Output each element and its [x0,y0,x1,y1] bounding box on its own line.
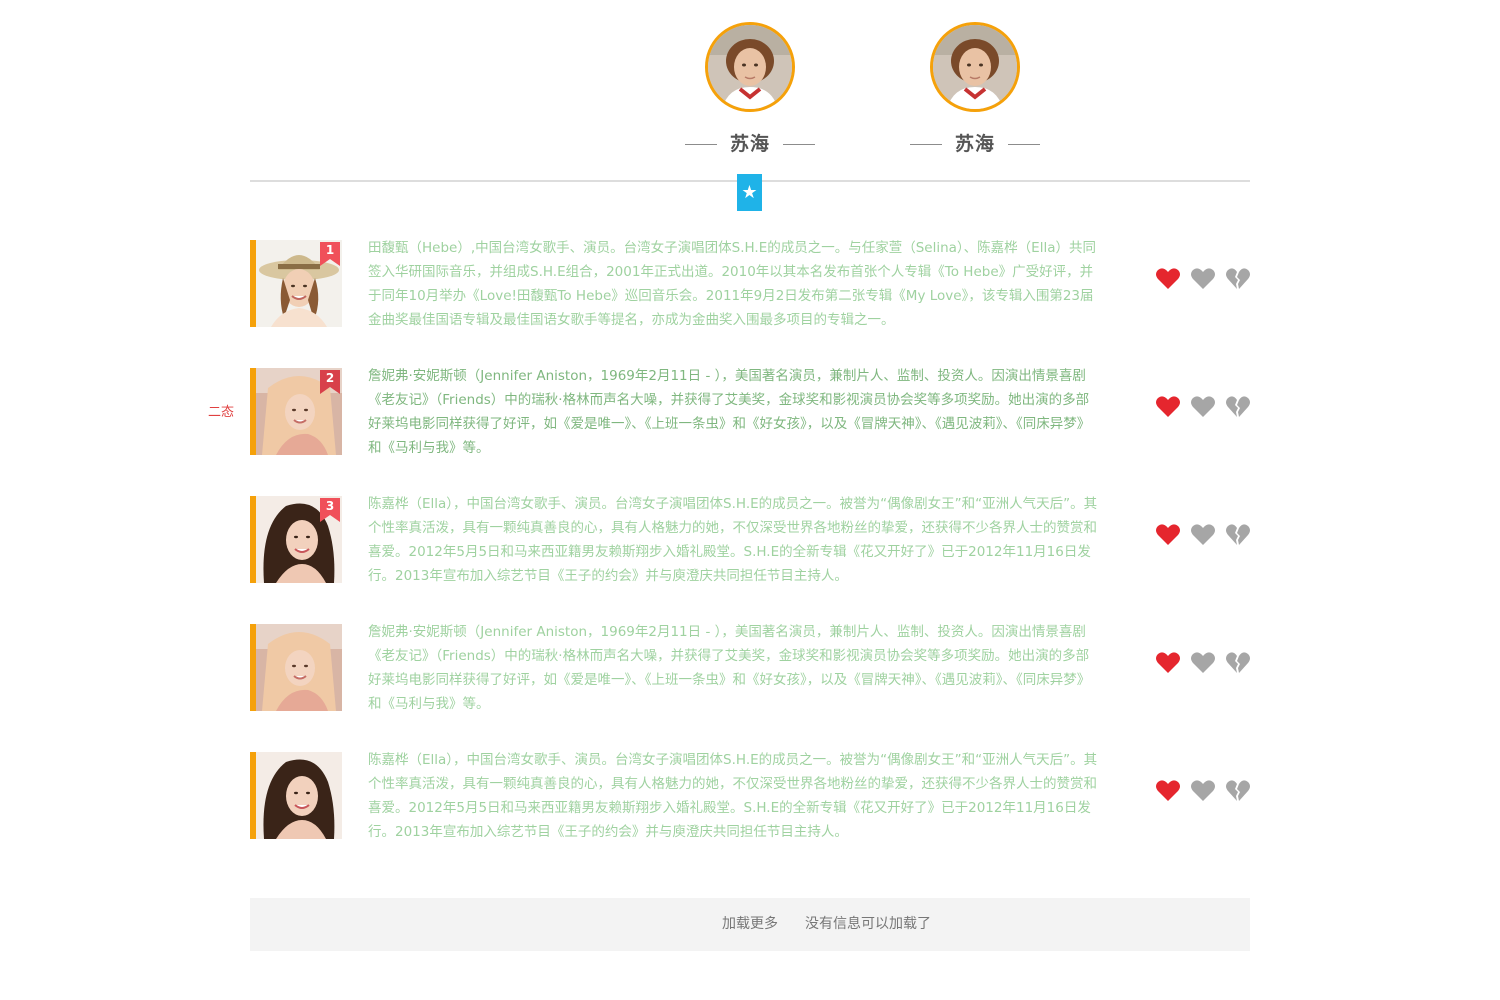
rank-number: 3 [325,499,335,513]
broken-heart-icon[interactable] [1225,650,1251,676]
decorative-line [783,144,815,145]
star-list: 1 田馥甄（Hebe）,中国台湾女歌手、演员。台湾女子演唱团体S.H.E的成员之… [208,240,1250,880]
gray-heart-icon[interactable] [1190,650,1216,676]
avatar[interactable] [705,22,795,112]
rank-number: 2 [325,371,335,385]
broken-heart-icon[interactable] [1225,778,1251,804]
star-icon: ★ [741,182,758,203]
item-description: 詹妮弗·安妮斯顿（Jennifer Aniston，1969年2月11日 - ）… [368,624,1091,712]
broken-heart-icon[interactable] [1225,522,1251,548]
avatar[interactable] [930,22,1020,112]
thumbnail-frame[interactable]: 1 [250,240,342,327]
profile-name[interactable]: 苏海 [717,130,783,158]
gray-heart-icon[interactable] [1190,266,1216,292]
red-heart-icon[interactable] [1155,778,1181,804]
side-label: 二态 [208,405,235,420]
red-heart-icon[interactable] [1155,266,1181,292]
decorative-line [910,144,942,145]
rank-badge: 1 [320,242,340,266]
decorative-line [1008,144,1040,145]
rating-icons [1155,522,1255,548]
list-item: 1 田馥甄（Hebe）,中国台湾女歌手、演员。台湾女子演唱团体S.H.E的成员之… [250,240,1250,328]
rank-badge: 2 [320,370,340,394]
rating-icons [1155,778,1255,804]
list-item: 詹妮弗·安妮斯顿（Jennifer Aniston，1969年2月11日 - ）… [250,624,1250,712]
rating-icons [1155,650,1255,676]
item-description: 陈嘉桦（Ella），中国台湾女歌手、演员。台湾女子演唱团体S.H.E的成员之一。… [368,496,1098,584]
list-item: 二态 2 詹妮弗·安妮斯顿（Jennifer Aniston，1969年2月11… [208,368,1250,456]
no-more-message: 没有信息可以加载了 [805,916,931,932]
load-more-button[interactable]: 加载更多 [722,898,778,951]
red-heart-icon[interactable] [1155,394,1181,420]
red-heart-icon[interactable] [1155,522,1181,548]
decorative-line [685,144,717,145]
rank-badge: 3 [320,498,340,522]
profile-strip: 苏海 苏海 [685,22,1045,162]
list-item: 陈嘉桦（Ella），中国台湾女歌手、演员。台湾女子演唱团体S.H.E的成员之一。… [250,752,1250,840]
profile-card[interactable]: 苏海 [685,22,815,162]
thumbnail-frame[interactable]: 2 [250,368,342,455]
rank-number: 1 [325,243,335,257]
gray-heart-icon[interactable] [1190,522,1216,548]
gray-heart-icon[interactable] [1190,778,1216,804]
profile-name-row: 苏海 [910,130,1040,158]
rating-icons [1155,394,1255,420]
item-description: 田馥甄（Hebe）,中国台湾女歌手、演员。台湾女子演唱团体S.H.E的成员之一。… [368,240,1096,328]
broken-heart-icon[interactable] [1225,394,1251,420]
blonde-woman-photo[interactable] [256,624,342,711]
list-item: 3 陈嘉桦（Ella），中国台湾女歌手、演员。台湾女子演唱团体S.H.E的成员之… [250,496,1250,584]
thumbnail-frame[interactable]: 3 [250,496,342,583]
broken-heart-icon[interactable] [1225,266,1251,292]
profile-card[interactable]: 苏海 [910,22,1040,162]
red-heart-icon[interactable] [1155,650,1181,676]
thumbnail-frame[interactable] [250,624,342,711]
thumbnail-frame[interactable] [250,752,342,839]
star-tab[interactable]: ★ [737,174,762,211]
profile-name[interactable]: 苏海 [942,130,1008,158]
gray-heart-icon[interactable] [1190,394,1216,420]
profile-name-row: 苏海 [685,130,815,158]
dark-hair-woman-photo[interactable] [256,752,342,839]
item-description: 詹妮弗·安妮斯顿（Jennifer Aniston，1969年2月11日 - ）… [368,368,1091,456]
rating-icons [1155,266,1255,292]
item-description: 陈嘉桦（Ella），中国台湾女歌手、演员。台湾女子演唱团体S.H.E的成员之一。… [368,752,1098,840]
load-more-bar: 加载更多 没有信息可以加载了 [250,898,1250,951]
